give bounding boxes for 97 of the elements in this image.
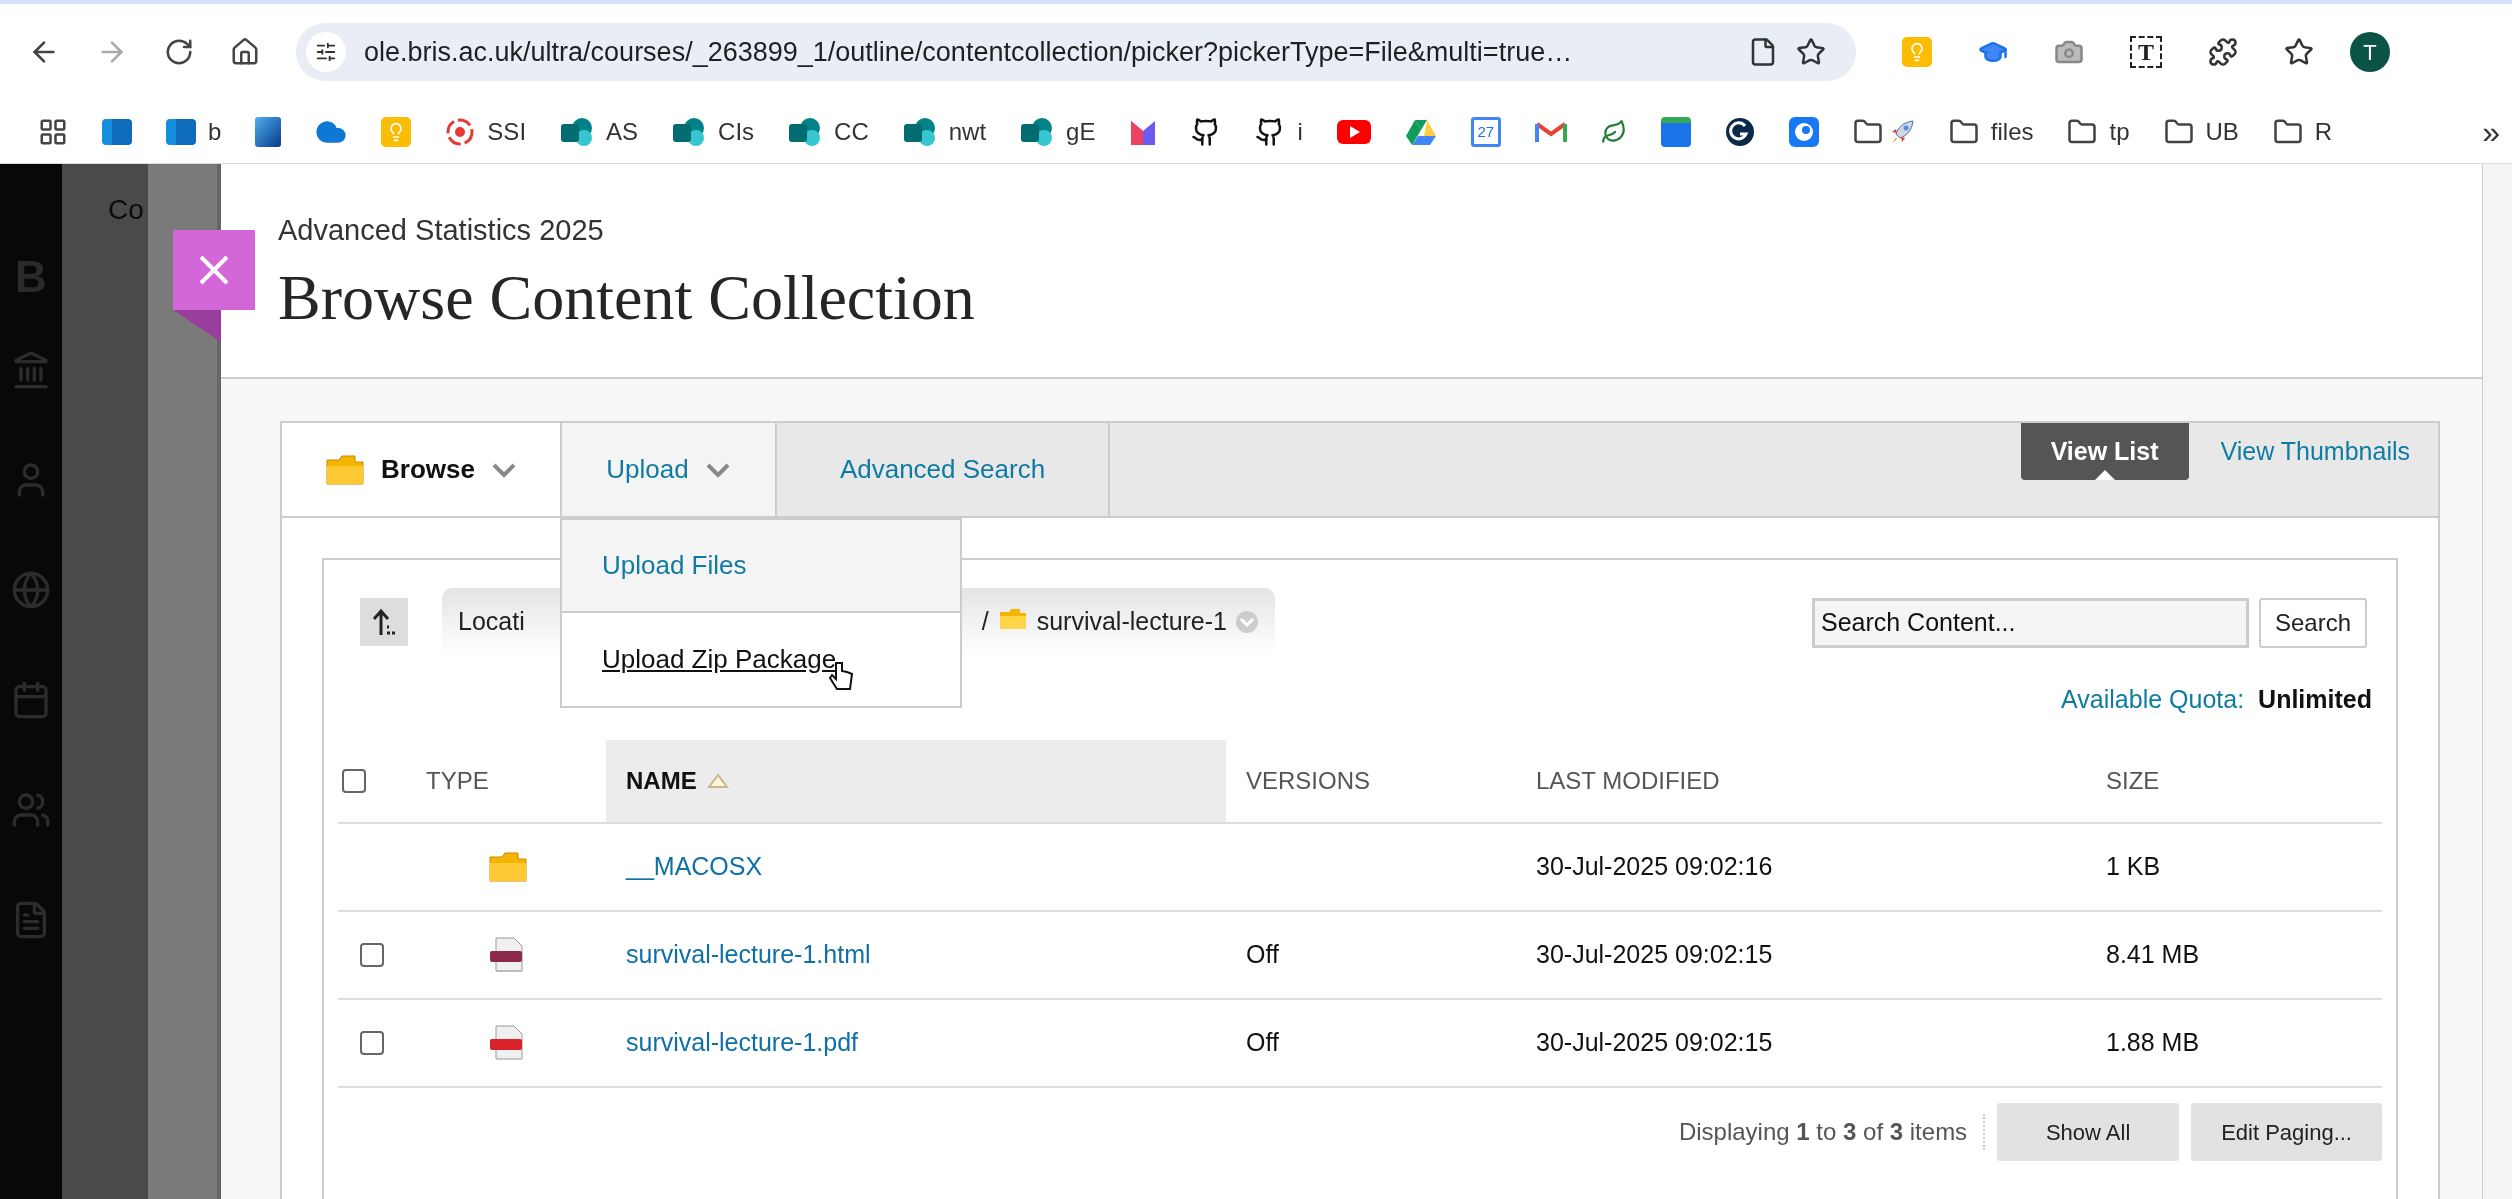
s-badge-icon (1020, 116, 1055, 147)
folder-icon (325, 453, 366, 486)
s-badge-icon (902, 116, 937, 147)
news-icon (1660, 116, 1691, 147)
caret-circle-icon (1235, 609, 1259, 634)
search-field[interactable]: Search Content... (1811, 598, 2249, 648)
bookmark[interactable]: b (166, 113, 222, 150)
menu-item[interactable]: Upload Files (562, 520, 960, 613)
html-file-icon (488, 937, 526, 973)
address-bar[interactable]: ole.bris.ac.uk/ultra/courses/_263899_1/outline/contentcollection/picker?pickerType=File&multi=true… (296, 23, 1856, 81)
s-badge-icon (672, 116, 707, 147)
bookmark[interactable] (255, 116, 282, 147)
table-cell: 1 KB (2106, 852, 2161, 881)
bookmark[interactable]: gE (1020, 113, 1096, 150)
bookmark[interactable]: R (2272, 113, 2333, 150)
table-cell: Off (1246, 1028, 1279, 1057)
up-arrow-icon (371, 607, 397, 637)
bookmark[interactable] (1724, 116, 1755, 147)
url-text: ole.bris.ac.uk/ultra/courses/_263899_1/outline/contentcollection/picker?pickerType=File&multi=true… (364, 35, 1573, 69)
quota-value: Unlimited (2258, 684, 2372, 716)
bookmark-star-icon (1796, 37, 1826, 67)
file-link[interactable]: __MACOSX (626, 852, 763, 881)
sort-triangle-icon (706, 773, 729, 789)
table-cell: Off (1246, 940, 1279, 969)
mail-app-icon (102, 118, 132, 145)
tab-text: Co (108, 194, 144, 225)
tiles-icon (255, 116, 282, 147)
checkbox[interactable] (360, 943, 384, 967)
column-header[interactable]: VERSIONS (1246, 763, 1371, 799)
view-button[interactable]: View List (2020, 423, 2189, 480)
column-header[interactable]: SIZE (2106, 763, 2160, 799)
paging-summary: Displaying 1 to 3 of 3 items (1678, 1114, 1986, 1150)
table-cell: 30-Jul-2025 09:02:16 (1536, 852, 1773, 881)
column-header[interactable]: LAST MODIFIED (1536, 763, 1720, 799)
reload-icon (164, 37, 194, 67)
bookmark[interactable]: AS (560, 113, 639, 150)
paging-button[interactable]: Show All (1997, 1103, 2180, 1161)
lightbulb-icon (381, 116, 412, 147)
people-icon (11, 790, 51, 830)
table-cell: 1.88 MB (2106, 1028, 2200, 1057)
table-cell: 8.41 MB (2106, 940, 2200, 969)
puzzle-icon (2208, 37, 2238, 67)
course-name: Advanced Statistics 2025 (278, 213, 605, 248)
triangle-logo-icon (1404, 117, 1437, 146)
target-icon (445, 116, 476, 147)
s-badge-icon (788, 116, 823, 147)
leaf-icon (1600, 118, 1627, 145)
star-list-icon (2284, 37, 2314, 67)
folder-name: survival-lecture-1 (1036, 605, 1227, 637)
bookmark[interactable]: i (1255, 113, 1303, 150)
bookmark[interactable]: CC (788, 113, 869, 150)
quota-label: Available Quota: (2061, 684, 2245, 716)
s-badge-icon (560, 116, 595, 147)
g-circle-icon (1724, 116, 1755, 147)
bookmark[interactable]: tp (2067, 113, 2130, 150)
paging-button[interactable]: Edit Paging... (2191, 1103, 2382, 1161)
bookmark[interactable]: UB (2163, 113, 2239, 150)
search-button[interactable]: Search (2258, 598, 2367, 648)
text-tool-icon[interactable]: T (2130, 36, 2162, 68)
bookmark[interactable]: nwt (902, 113, 987, 150)
toolbar-tab[interactable]: Browse (282, 423, 562, 516)
bookmark[interactable]: files (1948, 113, 2034, 150)
mail-app-icon (166, 118, 196, 145)
bookmark[interactable]: CIs (672, 113, 755, 150)
caret-icon (704, 461, 731, 478)
calendar-bookmark[interactable]: 27 (1470, 116, 1501, 147)
more-bookmarks[interactable]: » (2482, 107, 2500, 156)
column-header[interactable]: TYPE (426, 763, 489, 799)
checkbox[interactable] (342, 769, 366, 793)
file-link[interactable]: survival-lecture-1.pdf (626, 1028, 859, 1057)
table-cell: 30-Jul-2025 09:02:15 (1536, 940, 1773, 969)
page-title: Browse Content Collection (278, 260, 976, 335)
folder-icon (488, 851, 528, 883)
caret-icon (490, 461, 517, 478)
lightbulb-icon (1902, 37, 1932, 67)
calendar-icon (11, 680, 51, 720)
table-cell: 30-Jul-2025 09:02:15 (1536, 1028, 1773, 1057)
file-link[interactable]: survival-lecture-1.html (626, 940, 871, 969)
avatar[interactable]: T (2350, 32, 2390, 72)
folder-icon (998, 607, 1027, 630)
pdf-file-icon (488, 1025, 526, 1061)
column-header[interactable]: NAME (626, 763, 729, 799)
pointer-notch (2094, 470, 2115, 480)
close-icon (197, 253, 231, 287)
up-folder-button[interactable] (360, 598, 408, 646)
site-settings-icon[interactable] (306, 32, 346, 72)
toolbar-tab[interactable]: Upload (562, 423, 777, 516)
path-separator: / (981, 605, 989, 637)
checkbox[interactable] (360, 1031, 384, 1055)
landmark-icon (11, 350, 51, 390)
location-label: Locati (458, 605, 525, 637)
view-link[interactable]: View Thumbnails (2220, 423, 2410, 480)
bookmark[interactable]: SSI (445, 113, 527, 150)
globe-icon (11, 570, 51, 610)
play-button-icon (1336, 119, 1371, 144)
close-button[interactable] (173, 230, 255, 310)
home-icon (230, 37, 260, 67)
